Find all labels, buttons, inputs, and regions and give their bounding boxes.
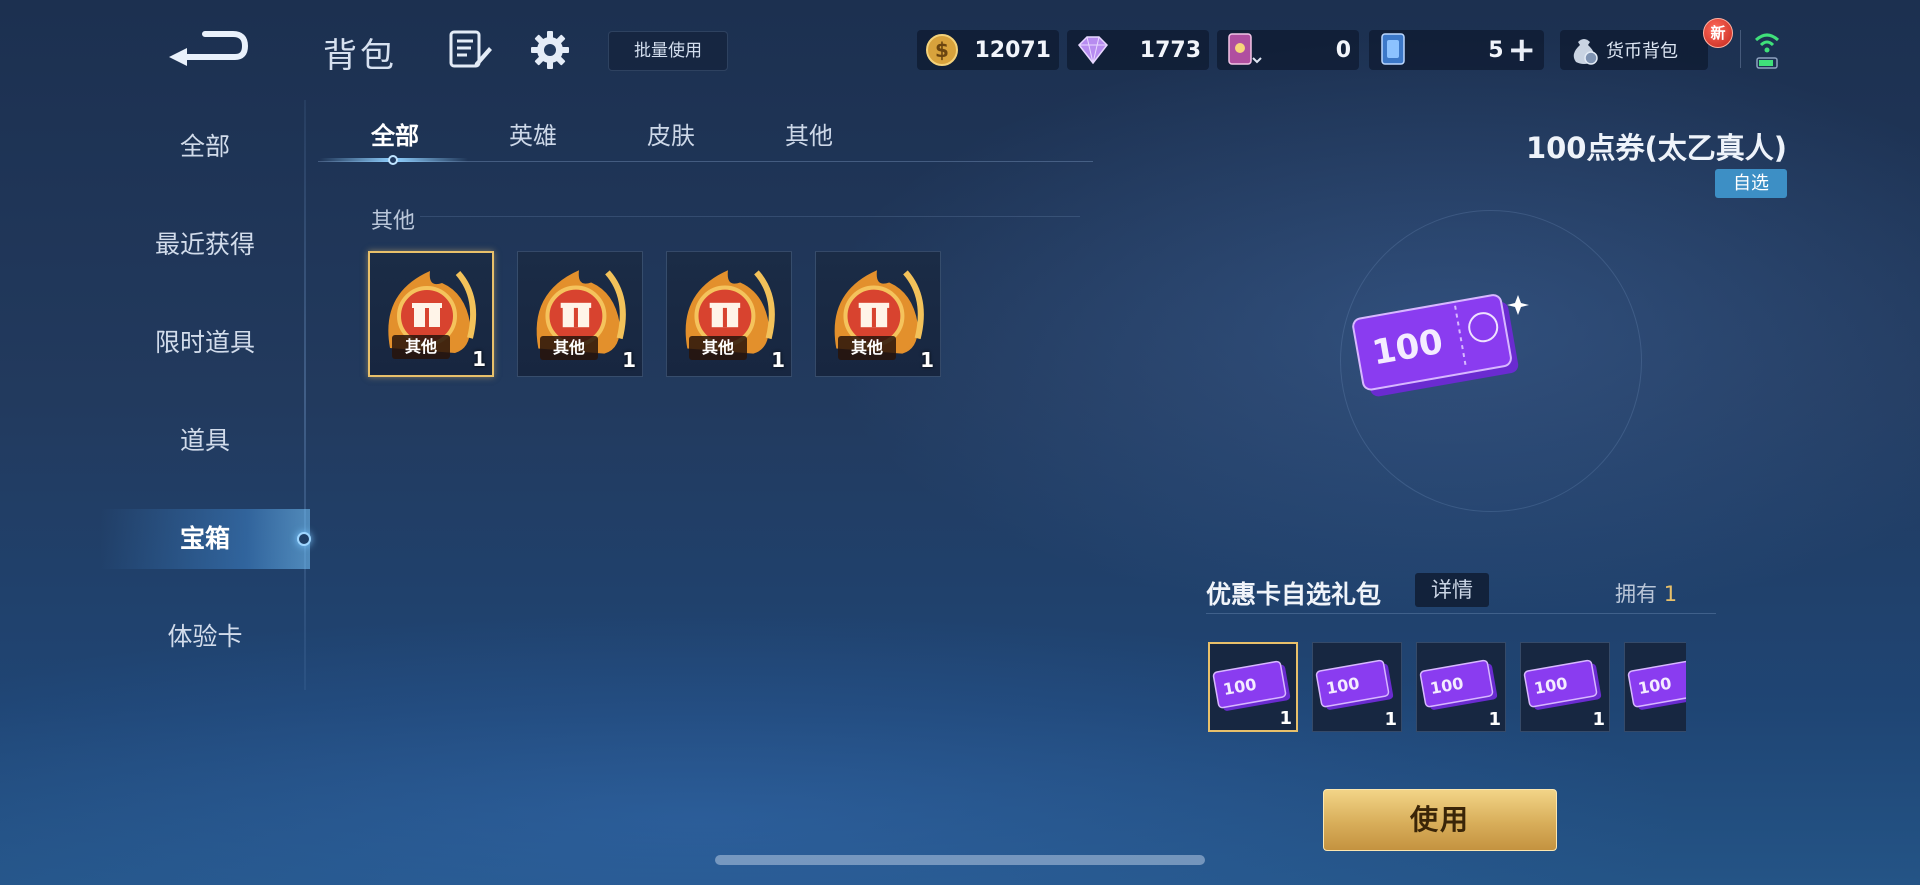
item-tag: 其他 <box>540 336 598 360</box>
item-count: 1 <box>771 348 785 372</box>
gear-icon <box>531 31 569 69</box>
pack-detail-button[interactable]: 详情 <box>1415 573 1489 607</box>
currency-purple-card[interactable]: 0 <box>1217 30 1359 70</box>
pack-divider <box>1206 613 1716 614</box>
owned-value: 1 <box>1663 582 1678 606</box>
svg-text:$: $ <box>935 38 949 62</box>
currency-diamond: 1773 <box>1067 30 1209 70</box>
status-indicator <box>1753 28 1781 76</box>
pack-item-count: 1 <box>1592 709 1605 730</box>
tab-active-marker <box>388 155 398 165</box>
edit-list-icon <box>449 30 492 68</box>
owned-label: 拥有 <box>1615 582 1657 606</box>
use-button[interactable]: 使用 <box>1323 789 1557 851</box>
tab-all[interactable]: 全部 <box>355 116 435 156</box>
gold-value: 12071 <box>974 37 1051 63</box>
back-button[interactable] <box>165 24 250 70</box>
gold-coin-icon: $ <box>926 34 958 66</box>
sidebar-divider <box>304 100 306 690</box>
currency-wallet-button[interactable]: 货币背包 <box>1560 30 1708 70</box>
pack-item[interactable]: 100 1 <box>1208 642 1298 732</box>
money-bag-icon <box>1573 39 1598 65</box>
sidebar-active-marker <box>297 532 311 546</box>
sidebar-item-recent[interactable]: 最近获得 <box>100 215 310 275</box>
inventory-item[interactable]: 其他 1 <box>517 251 643 377</box>
item-tag: 其他 <box>689 336 747 360</box>
home-indicator[interactable] <box>715 855 1205 865</box>
inventory-item[interactable]: 其他 1 <box>368 251 494 377</box>
wifi-battery-icon <box>1754 33 1780 69</box>
pack-item-count: 1 <box>1384 709 1397 730</box>
voucher-preview: 100 <box>1350 285 1530 410</box>
voucher-icon: 100 <box>1352 294 1529 397</box>
blue-card-icon <box>1381 33 1405 65</box>
sidebar-item-trial-card[interactable]: 体验卡 <box>100 607 310 667</box>
settings-button[interactable] <box>527 27 573 73</box>
purple-card-value: 0 <box>1335 37 1351 63</box>
section-divider <box>420 216 1080 217</box>
pack-title: 优惠卡自选礼包 <box>1206 580 1382 609</box>
tab-heroes[interactable]: 英雄 <box>493 116 573 156</box>
pack-item-count: 1 <box>1279 708 1292 729</box>
pack-item[interactable]: 100 1 <box>1312 642 1402 732</box>
item-count: 1 <box>920 348 934 372</box>
voucher-icon: 100 <box>1627 659 1686 710</box>
edit-list-button[interactable] <box>447 27 493 73</box>
back-arrow-icon <box>169 31 249 66</box>
inventory-item[interactable]: 其他 1 <box>666 251 792 377</box>
purple-card-icon <box>1228 33 1262 65</box>
pack-item[interactable]: 100 <box>1624 642 1686 732</box>
sidebar-item-props[interactable]: 道具 <box>100 411 310 471</box>
item-detail-title: 100点券(太乙真人) <box>1525 131 1787 165</box>
add-currency-button[interactable]: + <box>1508 33 1537 67</box>
divider <box>1740 30 1741 68</box>
page-title: 背包 <box>323 36 397 76</box>
pack-item[interactable]: 100 1 <box>1520 642 1610 732</box>
currency-blue-card[interactable]: 5 + <box>1369 30 1544 70</box>
owned-count: 拥有 1 <box>1615 578 1677 608</box>
pack-item[interactable]: 100 1 <box>1416 642 1506 732</box>
pack-item-count: 1 <box>1488 709 1501 730</box>
section-label: 其他 <box>371 209 416 234</box>
item-tag: 其他 <box>392 335 450 359</box>
item-count: 1 <box>472 347 486 371</box>
tab-other[interactable]: 其他 <box>769 116 849 156</box>
inventory-item[interactable]: 其他 1 <box>815 251 941 377</box>
blue-card-value: 5 <box>1488 37 1504 63</box>
wallet-label: 货币背包 <box>1606 41 1678 62</box>
sidebar-item-limited[interactable]: 限时道具 <box>100 313 310 373</box>
pack-contents-list[interactable]: 100 1 100 1 100 1 100 1 100 <box>1206 640 1686 734</box>
batch-use-button[interactable]: 批量使用 <box>608 31 728 71</box>
sidebar-item-chest[interactable]: 宝箱 <box>100 509 310 569</box>
tab-skins[interactable]: 皮肤 <box>631 116 711 156</box>
selectable-badge: 自选 <box>1715 169 1787 198</box>
diamond-icon <box>1078 36 1108 65</box>
currency-gold: $ 12071 <box>917 30 1059 70</box>
diamond-value: 1773 <box>1139 37 1201 63</box>
sidebar-item-all[interactable]: 全部 <box>100 117 310 177</box>
item-count: 1 <box>622 348 636 372</box>
new-badge: 新 <box>1703 18 1733 48</box>
item-tag: 其他 <box>838 336 896 360</box>
